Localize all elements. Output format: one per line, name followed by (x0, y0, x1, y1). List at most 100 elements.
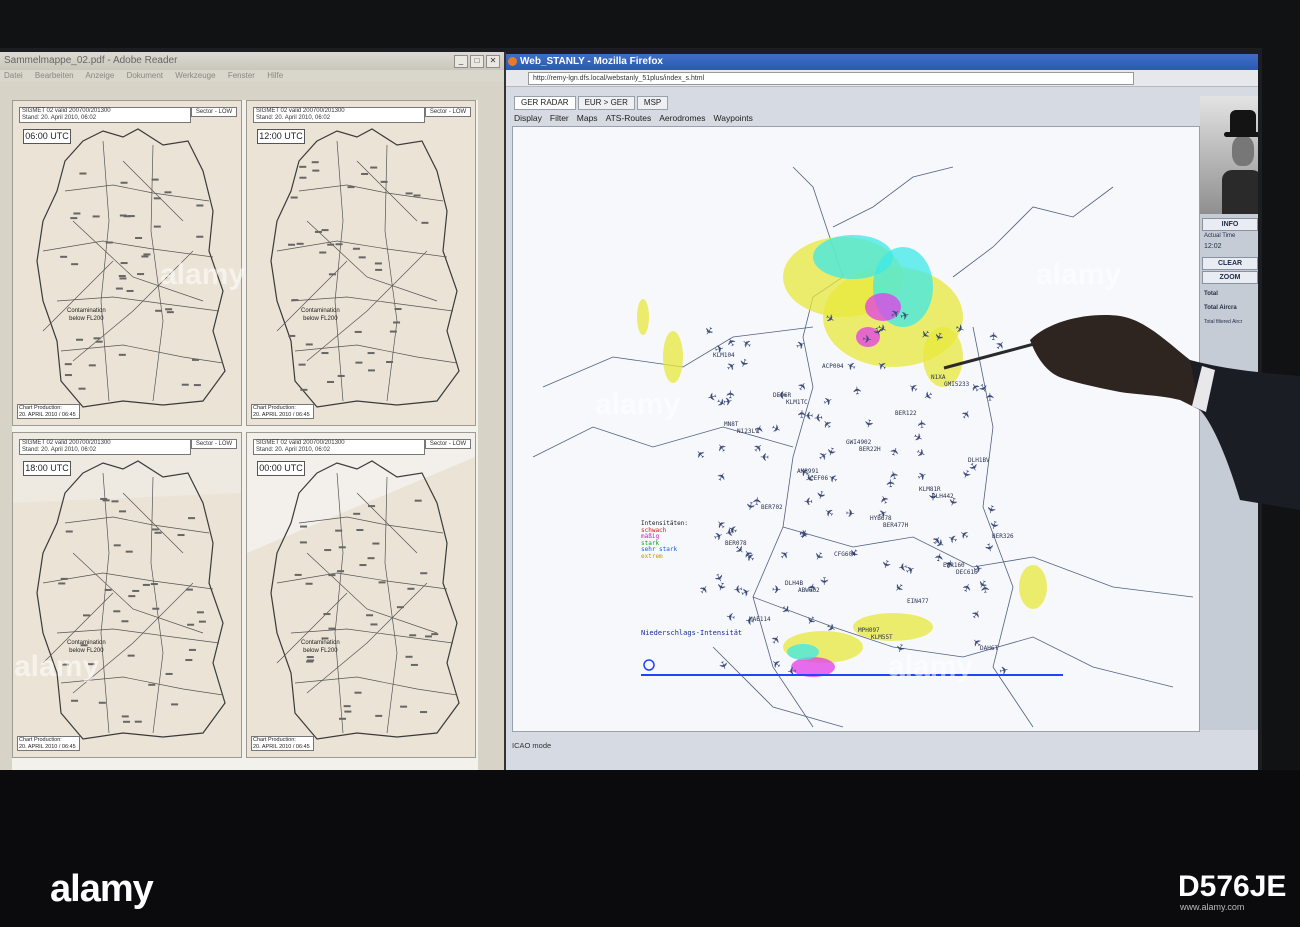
aircraft-icon[interactable]: ✈ (798, 529, 808, 542)
aircraft-icon[interactable]: ✈ (982, 542, 996, 554)
aircraft-icon[interactable]: ✈ (770, 655, 785, 670)
aircraft-icon[interactable]: ✈ (822, 395, 835, 410)
aircraft-icon[interactable]: ✈ (916, 469, 929, 484)
aircraft-icon[interactable]: ✈ (969, 608, 984, 622)
aircraft-icon[interactable]: ✈ (813, 489, 827, 501)
aircraft-icon[interactable]: ✈ (878, 558, 892, 571)
aircraft-icon[interactable]: ✈ (803, 494, 813, 506)
aircraft-icon[interactable]: ✈ (897, 559, 908, 573)
aircraft-icon[interactable]: ✈ (958, 526, 973, 541)
sector-label-mark (344, 710, 352, 713)
aircraft-icon[interactable]: ✈ (740, 335, 754, 350)
sector-label-mark (123, 720, 131, 723)
url-input[interactable]: http://remy-lgn.dfs.local/webstanly_51pl… (528, 72, 1134, 85)
aircraft-icon[interactable]: ✈ (921, 387, 935, 402)
aircraft-icon[interactable]: ✈ (817, 576, 829, 585)
aircraft-icon[interactable]: ✈ (715, 659, 730, 672)
aircraft-icon[interactable]: ✈ (715, 470, 730, 484)
menu-maps[interactable]: Maps (577, 113, 598, 123)
sector-boundary (72, 250, 194, 362)
aircraft-icon[interactable]: ✈ (852, 385, 865, 395)
aircraft-icon[interactable]: ✈ (706, 389, 718, 403)
sector-label-mark (338, 546, 346, 549)
aircraft-icon[interactable]: ✈ (862, 334, 872, 347)
aircraft-icon[interactable]: ✈ (823, 504, 837, 519)
aircraft-icon[interactable]: ✈ (701, 323, 716, 337)
aircraft-icon[interactable]: ✈ (998, 664, 1010, 678)
aircraft-icon[interactable]: ✈ (845, 358, 858, 373)
aircraft-icon[interactable]: ✈ (811, 549, 826, 563)
aircraft-icon[interactable]: ✈ (878, 492, 893, 505)
aircraft-icon[interactable]: ✈ (891, 580, 906, 595)
aircraft-icon[interactable]: ✈ (888, 445, 903, 458)
close-icon[interactable]: ✕ (486, 55, 500, 68)
aircraft-icon[interactable]: ✈ (772, 584, 782, 596)
tab-eur-ger[interactable]: EUR > GER (577, 96, 635, 110)
menu-document[interactable]: Dokument (127, 71, 163, 80)
radar-tabs: GER RADAR EUR > GER MSP (514, 96, 669, 110)
sector-label-mark (394, 308, 402, 311)
menu-help[interactable]: Hilfe (267, 71, 283, 80)
aircraft-icon[interactable]: ✈ (911, 431, 925, 446)
info-button[interactable]: INFO (1202, 218, 1258, 231)
tab-msp[interactable]: MSP (636, 96, 669, 110)
maximize-icon[interactable]: □ (470, 55, 484, 68)
sector-boundary (276, 572, 448, 590)
flight-label: CFG604 (834, 551, 856, 558)
aircraft-icon[interactable]: ✈ (961, 581, 976, 594)
aircraft-icon[interactable]: ✈ (986, 519, 1000, 531)
menu-display[interactable]: Display (514, 113, 542, 123)
aircraft-icon[interactable]: ✈ (778, 548, 793, 563)
menu-filter[interactable]: Filter (550, 113, 569, 123)
sector-label-mark (400, 705, 408, 708)
aircraft-icon[interactable]: ✈ (796, 380, 811, 394)
menu-view[interactable]: Anzeige (85, 71, 114, 80)
aircraft-icon[interactable]: ✈ (826, 470, 840, 485)
aircraft-icon[interactable]: ✈ (797, 409, 809, 419)
sector-boundary (294, 676, 458, 696)
menu-tools[interactable]: Werkzeuge (175, 71, 215, 80)
sector-label-mark (352, 247, 360, 250)
menu-window[interactable]: Fenster (228, 71, 255, 80)
aircraft-icon[interactable]: ✈ (916, 419, 929, 429)
aircraft-icon[interactable]: ✈ (725, 359, 740, 374)
aircraft-icon[interactable]: ✈ (736, 356, 750, 369)
aircraft-icon[interactable]: ✈ (803, 613, 818, 627)
sector-label-mark (314, 230, 322, 233)
aircraft-icon[interactable]: ✈ (892, 642, 906, 654)
menu-aerodromes[interactable]: Aerodromes (659, 113, 705, 123)
aircraft-icon[interactable]: ✈ (769, 633, 784, 647)
minimize-icon[interactable]: _ (454, 55, 468, 68)
sector-label-mark (121, 715, 129, 718)
aircraft-icon[interactable]: ✈ (769, 422, 782, 437)
tab-ger-radar[interactable]: GER RADAR (514, 96, 576, 110)
aircraft-icon[interactable]: ✈ (907, 379, 921, 394)
sector-label-mark (367, 557, 375, 560)
menu-file[interactable]: Datei (4, 71, 23, 80)
aircraft-icon[interactable]: ✈ (946, 531, 959, 546)
aircraft-icon[interactable]: ✈ (778, 603, 793, 618)
sector-label-mark (421, 221, 429, 224)
germany-sectors-map (247, 433, 475, 740)
sector-label-mark (58, 582, 66, 585)
aircraft-icon[interactable]: ✈ (861, 417, 875, 429)
flight-label: DEC616 (956, 569, 978, 576)
clear-button[interactable]: CLEAR (1202, 257, 1258, 270)
aircraft-icon[interactable]: ✈ (980, 584, 993, 594)
menu-edit[interactable]: Bearbeiten (35, 71, 74, 80)
flight-label: KLM55T (871, 634, 893, 641)
zoom-button[interactable]: ZOOM (1202, 271, 1258, 284)
sector-boundary (150, 476, 164, 734)
sector-label-mark (353, 512, 361, 515)
sector-label-mark (307, 659, 315, 662)
menu-ats-routes[interactable]: ATS-Routes (606, 113, 652, 123)
aircraft-icon[interactable]: ✈ (694, 446, 709, 461)
aircraft-icon[interactable]: ✈ (914, 446, 928, 461)
menu-waypoints[interactable]: Waypoints (714, 113, 753, 123)
aircraft-icon[interactable]: ✈ (888, 469, 902, 481)
flight-label: ACP004 (822, 363, 844, 370)
aircraft-icon[interactable]: ✈ (715, 440, 730, 455)
aircraft-icon[interactable]: ✈ (845, 508, 855, 521)
actual-time-value: 12:02 (1204, 243, 1222, 250)
sector-label-mark (386, 361, 394, 364)
